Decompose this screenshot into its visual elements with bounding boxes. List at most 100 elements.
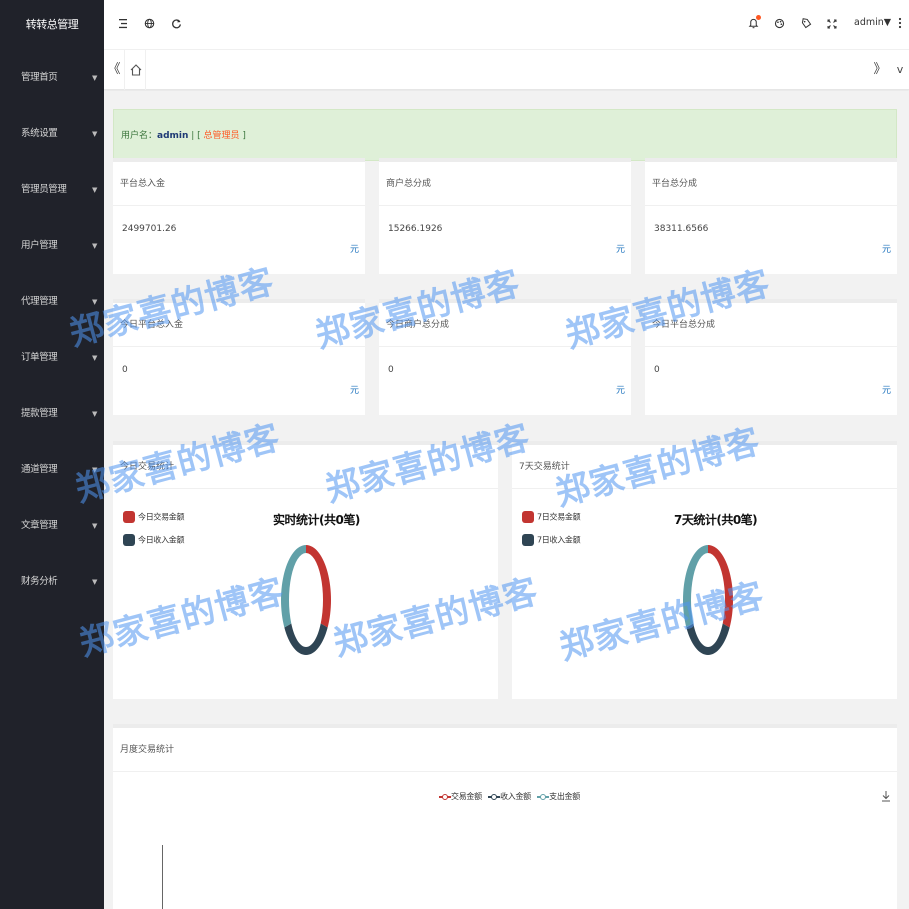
fullscreen-icon[interactable] xyxy=(824,16,840,34)
tab-dropdown-icon[interactable]: v xyxy=(890,50,909,90)
legend-label: 今日收入金额 xyxy=(138,535,185,545)
legend-item[interactable]: 7日交易金额 xyxy=(522,511,581,523)
legend-item[interactable]: 7日收入金额 xyxy=(522,534,581,546)
chevron-down-icon: ▼ xyxy=(92,74,97,82)
sidebar: 转转总管理 管理首页 ▼ 系统设置 ▼ 管理员管理 ▼ 用户管理 ▼ 代理管理 ▼ 订单管… xyxy=(0,0,104,909)
chart-card-title: 7天交易统计 xyxy=(512,445,897,489)
donut-chart-7day xyxy=(683,545,733,656)
legend-item[interactable]: 支出金额 xyxy=(537,791,580,802)
monthly-legend: 交易金额 收入金额 支出金额 xyxy=(439,791,584,802)
chart-card-monthly-trade: 月度交易统计 交易金额 收入金额 支出金额 xyxy=(113,724,897,909)
sidebar-item-label: 文章管理 xyxy=(21,520,58,531)
legend-item[interactable]: 今日收入金额 xyxy=(123,534,185,546)
tab-bar: 《 》 v xyxy=(104,50,909,90)
chevron-down-icon: ▼ xyxy=(92,578,97,586)
donut-title: 7天统计(共0笔) xyxy=(674,513,758,527)
legend-line-marker xyxy=(439,793,451,801)
legend-label: 7日收入金额 xyxy=(537,535,581,545)
donut-slice[interactable] xyxy=(306,545,331,628)
legend-swatch xyxy=(522,534,534,546)
card-value: 38311.6566 xyxy=(654,224,709,234)
sidebar-item-label: 订单管理 xyxy=(21,352,58,363)
chevron-down-icon: ▼ xyxy=(92,522,97,530)
donut-slice[interactable] xyxy=(683,545,708,628)
home-icon xyxy=(130,64,142,76)
chevron-down-icon: ▼ xyxy=(92,242,97,250)
donut-slice[interactable] xyxy=(284,623,328,656)
y-axis-line xyxy=(162,845,163,909)
sidebar-item-system-settings[interactable]: 系统设置 ▼ xyxy=(0,106,104,162)
notification-dot xyxy=(756,15,761,20)
chart-card-today-trade: 今日交易统计 今日交易金额 今日收入金额 实时统计(共0笔) xyxy=(113,441,498,699)
banner-suffix: ] xyxy=(239,131,246,141)
tab-scroll-left-icon[interactable]: 《 xyxy=(104,50,124,90)
theme-icon[interactable] xyxy=(771,16,787,34)
card-title: 今日平台总入金 xyxy=(113,303,365,347)
sidebar-item-label: 通道管理 xyxy=(21,464,58,475)
legend-item[interactable]: 收入金额 xyxy=(488,791,531,802)
legend-label: 7日交易金额 xyxy=(537,512,581,522)
chart-card-7day-trade: 7天交易统计 7日交易金额 7日收入金额 7天统计(共0笔) xyxy=(512,441,897,699)
legend-item[interactable]: 交易金额 xyxy=(439,791,482,802)
card-unit: 元 xyxy=(349,386,359,396)
chevron-down-icon: ▼ xyxy=(92,298,97,306)
donut-slice[interactable] xyxy=(708,545,733,628)
legend-swatch xyxy=(123,511,135,523)
card-title: 商户总分成 xyxy=(379,162,631,206)
username-label: 用户名： xyxy=(121,131,158,141)
sidebar-item-channel-management[interactable]: 通道管理 ▼ xyxy=(0,442,104,498)
sidebar-item-home[interactable]: 管理首页 ▼ xyxy=(0,50,104,106)
legend-label: 收入金额 xyxy=(500,792,531,801)
menu-icon[interactable] xyxy=(115,16,131,34)
card-unit: 元 xyxy=(615,386,625,396)
refresh-icon[interactable] xyxy=(168,16,184,34)
chart-card-title: 今日交易统计 xyxy=(113,445,498,489)
stat-card-today-platform-share: 今日平台总分成 0 元 xyxy=(645,299,897,415)
chevron-down-icon: ▼ xyxy=(92,466,97,474)
stat-card-platform-total-share: 平台总分成 38311.6566 元 xyxy=(645,158,897,274)
sidebar-item-withdraw-management[interactable]: 提款管理 ▼ xyxy=(0,386,104,442)
more-icon[interactable] xyxy=(892,16,908,34)
brand-title: 转转总管理 xyxy=(25,18,79,31)
main-content: 用户名：admin | [ 总管理员 ] 平台总入金 2499701.26 元 … xyxy=(104,91,909,909)
top-header: admin▼ xyxy=(104,0,909,50)
sidebar-item-label: 系统设置 xyxy=(21,128,58,139)
sidebar-item-label: 提款管理 xyxy=(21,408,58,419)
tag-icon[interactable] xyxy=(798,16,814,34)
sidebar-item-admin-management[interactable]: 管理员管理 ▼ xyxy=(0,162,104,218)
sidebar-item-finance-analysis[interactable]: 财务分析 ▼ xyxy=(0,554,104,610)
tab-scroll-right-icon[interactable]: 》 xyxy=(870,50,890,90)
legend-line-marker xyxy=(488,793,501,801)
stat-card-merchant-total-share: 商户总分成 15266.1926 元 xyxy=(379,158,631,274)
card-title: 平台总入金 xyxy=(113,162,365,206)
legend-line-marker xyxy=(537,793,550,801)
tab-home[interactable] xyxy=(124,50,146,90)
card-value: 0 xyxy=(122,365,128,375)
user-menu[interactable]: admin▼ xyxy=(854,17,891,28)
chart-card-title: 月度交易统计 xyxy=(113,728,897,772)
user-info-banner: 用户名：admin | [ 总管理员 ] xyxy=(113,109,897,161)
sidebar-item-agent-management[interactable]: 代理管理 ▼ xyxy=(0,274,104,330)
legend-label: 支出金额 xyxy=(549,792,580,801)
sidebar-item-article-management[interactable]: 文章管理 ▼ xyxy=(0,498,104,554)
card-title: 今日商户总分成 xyxy=(379,303,631,347)
globe-icon[interactable] xyxy=(141,16,157,34)
sidebar-item-order-management[interactable]: 订单管理 ▼ xyxy=(0,330,104,386)
card-value: 0 xyxy=(654,365,660,375)
download-icon[interactable] xyxy=(881,790,891,805)
sidebar-item-user-management[interactable]: 用户管理 ▼ xyxy=(0,218,104,274)
donut-slice[interactable] xyxy=(686,623,730,656)
legend-swatch xyxy=(123,534,135,546)
legend-label: 交易金额 xyxy=(451,792,482,801)
sidebar-item-label: 财务分析 xyxy=(21,576,58,587)
legend-label: 今日交易金额 xyxy=(138,512,185,522)
banner-separator: | [ xyxy=(188,131,204,141)
card-title: 平台总分成 xyxy=(645,162,897,206)
donut-slice[interactable] xyxy=(281,545,306,628)
stat-card-today-merchant-share: 今日商户总分成 0 元 xyxy=(379,299,631,415)
sidebar-item-label: 代理管理 xyxy=(21,296,58,307)
donut-title: 实时统计(共0笔) xyxy=(273,513,360,527)
bell-icon[interactable] xyxy=(745,15,761,34)
legend-item[interactable]: 今日交易金额 xyxy=(123,511,185,523)
stat-card-today-platform-deposit: 今日平台总入金 0 元 xyxy=(113,299,365,415)
